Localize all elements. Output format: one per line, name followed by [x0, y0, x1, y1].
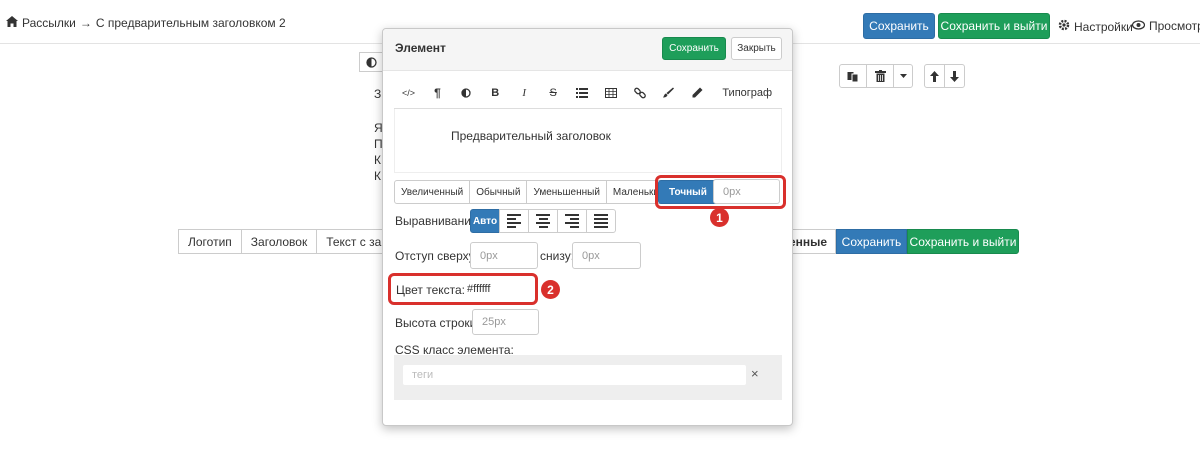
line-height-label: Высота строки: [395, 316, 480, 330]
line-height-input[interactable]: 25px [472, 309, 539, 335]
eye-icon [1131, 19, 1146, 33]
contrast-icon[interactable] [452, 79, 481, 107]
bg-save-button[interactable]: Сохранить [836, 229, 907, 254]
bg-text-line: К [374, 169, 381, 183]
highlight-box-1 [655, 175, 786, 209]
settings-link[interactable]: Настройки [1058, 19, 1133, 34]
bg-text-line: К [374, 153, 381, 167]
contrast-icon[interactable] [359, 52, 383, 72]
breadcrumb-current: С предварительным заголовком 2 [95, 16, 286, 30]
align-left-icon[interactable] [499, 209, 529, 233]
margin-bottom-input[interactable]: 0px [572, 242, 641, 269]
align-auto[interactable]: Авто [470, 209, 500, 233]
breadcrumb: Рассылки → С предварительным заголовком … [6, 16, 286, 30]
strikethrough-icon[interactable]: S [539, 79, 568, 107]
arrow-up-icon[interactable] [924, 64, 945, 88]
top-save-exit-button[interactable]: Сохранить и выйти [938, 13, 1050, 39]
chevron-down-icon[interactable] [893, 64, 913, 88]
modal-header: Элемент Сохранить Закрыть [383, 29, 792, 71]
margin-top-input[interactable]: 0px [470, 242, 538, 269]
code-icon[interactable]: </> [394, 79, 423, 107]
size-normal[interactable]: Обычный [469, 180, 528, 204]
annotation-badge-2: 2 [541, 280, 560, 299]
font-size-group: Увеличенный Обычный Уменьшенный Маленьки… [394, 180, 672, 204]
block-actions [839, 64, 913, 88]
typograph-button[interactable]: Типограф [712, 79, 782, 107]
align-center-icon[interactable] [528, 209, 558, 233]
breadcrumb-link-mailings[interactable]: Рассылки [22, 16, 76, 30]
highlight-box-2 [388, 273, 538, 305]
align-justify-icon[interactable] [586, 209, 616, 233]
bold-icon[interactable]: B [481, 79, 510, 107]
pencil-icon[interactable] [683, 79, 712, 107]
breadcrumb-arrow: → [79, 16, 92, 30]
clear-tags-icon[interactable]: × [751, 366, 759, 381]
bg-save-exit-button[interactable]: Сохранить и выйти [907, 229, 1019, 254]
bg-text-line: З [374, 87, 382, 101]
tab-logo[interactable]: Логотип [178, 229, 242, 254]
margin-top-label: Отступ сверху: [395, 249, 478, 263]
align-right-icon[interactable] [557, 209, 587, 233]
settings-label: Настройки [1074, 19, 1133, 34]
paragraph-icon[interactable]: ¶ [423, 79, 452, 107]
block-type-tabs: Логотип Заголовок Текст с заголо [178, 229, 416, 254]
size-large[interactable]: Увеличенный [394, 180, 471, 204]
margin-bottom-label: снизу: [540, 249, 575, 263]
modal-save-button[interactable]: Сохранить [662, 37, 726, 60]
annotation-badge-1: 1 [710, 208, 729, 227]
list-icon[interactable] [568, 79, 597, 107]
text-editor[interactable]: Предварительный заголовок [394, 109, 782, 173]
link-icon[interactable] [626, 79, 655, 107]
top-save-button[interactable]: Сохранить [863, 13, 935, 39]
align-group: Авто [470, 209, 616, 233]
gear-icon [1058, 19, 1070, 34]
preview-label: Просмотр [1149, 19, 1200, 33]
move-actions [924, 64, 965, 88]
arrow-down-icon[interactable] [944, 64, 965, 88]
modal-title: Элемент [395, 41, 446, 55]
element-modal: Элемент Сохранить Закрыть </> ¶ B I S Ти… [382, 28, 793, 426]
table-icon[interactable] [597, 79, 626, 107]
tags-input[interactable]: теги [403, 365, 746, 385]
brush-icon[interactable] [654, 79, 683, 107]
preview-link[interactable]: Просмотр [1131, 19, 1200, 33]
trash-icon[interactable] [866, 64, 894, 88]
editor-toolbar: </> ¶ B I S Типограф [394, 77, 782, 109]
italic-icon[interactable]: I [510, 79, 539, 107]
align-label: Выравнивание [395, 214, 478, 228]
home-icon[interactable] [6, 16, 18, 30]
css-class-field: теги × [394, 355, 782, 400]
editor-content[interactable]: Предварительный заголовок [451, 129, 611, 143]
copy-icon[interactable] [839, 64, 867, 88]
tab-heading[interactable]: Заголовок [240, 229, 318, 254]
modal-close-button[interactable]: Закрыть [731, 37, 782, 60]
size-smaller[interactable]: Уменьшенный [526, 180, 607, 204]
tab-partial[interactable]: енные [789, 229, 836, 254]
